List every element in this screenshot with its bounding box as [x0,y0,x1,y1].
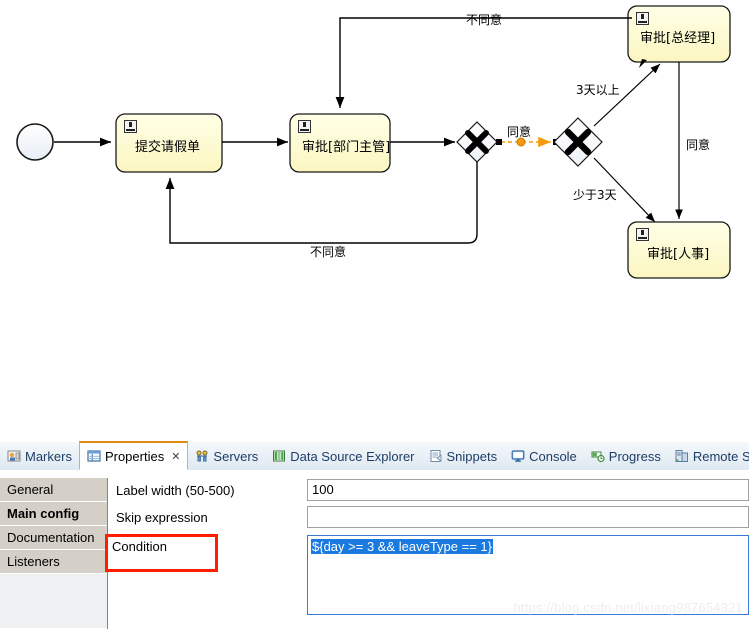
edge-label-agree-right: 同意 [686,138,711,152]
properties-icon [87,449,101,463]
section-general[interactable]: General [0,478,107,502]
edge-label-more-than-3-days: 3天以上 [576,83,620,97]
properties-section-list[interactable]: General Main config Documentation Listen… [0,478,108,629]
section-documentation[interactable]: Documentation [0,526,107,550]
progress-icon [591,449,605,463]
section-list-empty-area [0,574,107,629]
tab-snippets[interactable]: Snippets [422,442,505,470]
tab-label: Remote System [692,448,749,464]
label-skip-expression: Skip expression [116,510,208,525]
user-task-icon [298,120,311,133]
label-condition: Condition [112,539,167,554]
edge-label-less-than-3-days: 少于3天 [573,188,617,202]
edge-label-agree-mid: 同意 [507,125,532,139]
section-label: Listeners [7,554,60,569]
console-icon [511,449,525,463]
user-task-icon [636,228,649,241]
view-tab-bar: Markers Properties ✕ Servers Data Source… [0,441,749,471]
user-task-icon [636,12,649,25]
section-label: Main config [7,506,80,521]
tab-label: Data Source Explorer [290,448,415,464]
tab-label: Servers [213,448,259,464]
snippets-icon [429,449,443,463]
edge-label-bottom-disagree: 不同意 [310,245,347,259]
tab-properties[interactable]: Properties ✕ [78,441,189,470]
tab-label: Markers [25,448,72,464]
user-task-icon [124,120,137,133]
tab-markers[interactable]: Markers [0,442,79,470]
markers-icon [7,449,21,463]
close-icon[interactable]: ✕ [171,450,180,463]
remote-system-icon [675,449,689,463]
tab-label: Snippets [446,448,498,464]
watermark-text: https://blog.csdn.net/lixiang987654321 [513,600,743,615]
diagram-vectors [16,5,731,279]
condition-value: ${day >= 3 && leaveType == 1} [311,539,493,554]
tab-data-source-explorer[interactable]: Data Source Explorer [265,442,421,470]
tab-progress[interactable]: Progress [584,442,668,470]
tab-label: Progress [608,448,661,464]
tab-label: Properties [104,448,165,464]
tab-remote-system[interactable]: Remote System [668,442,749,470]
tab-console[interactable]: Console [504,442,584,470]
screen: 提交请假单 审批[部门主管] 审批[总经理] 审批[人事] 不同意 不同意 同意… [0,0,749,629]
skip-expression-input[interactable] [307,506,749,528]
section-listeners[interactable]: Listeners [0,550,107,574]
servers-icon [195,449,209,463]
section-label: Documentation [7,530,95,545]
section-label: General [7,482,54,497]
database-icon [272,449,286,463]
section-main-config[interactable]: Main config [0,502,107,526]
tab-label: Console [529,448,577,464]
tab-servers[interactable]: Servers [188,442,265,470]
label-width-input[interactable]: 100 [307,479,749,501]
edge-label-top-disagree: 不同意 [466,13,503,27]
bpmn-diagram-canvas[interactable]: 提交请假单 审批[部门主管] 审批[总经理] 审批[人事] 不同意 不同意 同意… [0,0,749,440]
label-label-width: Label width (50-500) [116,483,235,498]
